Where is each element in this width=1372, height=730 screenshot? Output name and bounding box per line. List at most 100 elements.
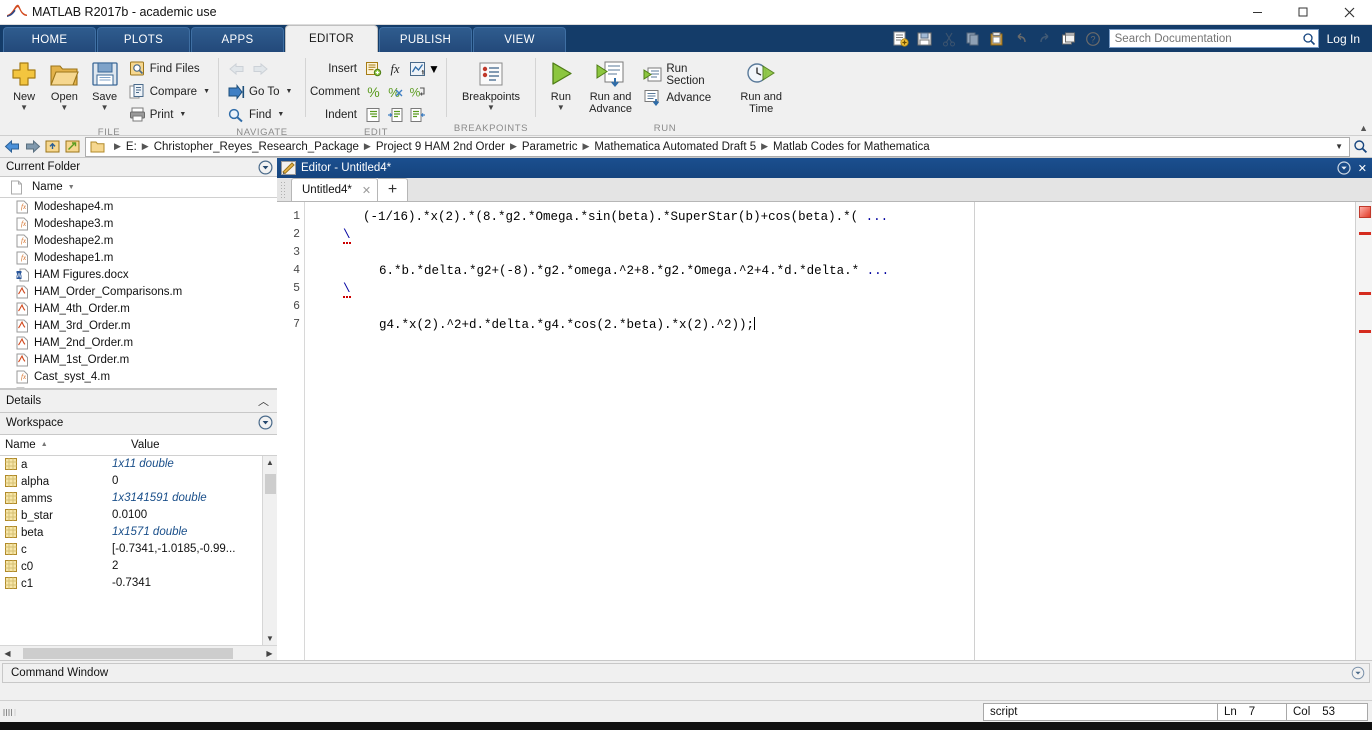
list-item[interactable]: HAM_2nd_Order.m — [0, 334, 277, 351]
insert-function-icon[interactable]: fx — [384, 58, 406, 79]
new-button[interactable]: New ▼ — [4, 55, 44, 112]
close-button[interactable] — [1326, 0, 1372, 25]
chevron-down-icon[interactable]: ▼ — [1335, 142, 1347, 151]
save-dropdown-icon[interactable]: ▼ — [101, 104, 109, 112]
code-line-3[interactable] — [305, 244, 974, 262]
print-dropdown-icon[interactable]: ▼ — [179, 111, 186, 118]
workspace-variable-grid[interactable]: a 1x11 double alpha 0 amms 1x3141591 dou… — [0, 455, 277, 645]
undo-icon[interactable] — [1009, 28, 1033, 50]
close-icon[interactable]: ✕ — [1358, 162, 1367, 175]
tab-publish[interactable]: PUBLISH — [379, 27, 472, 52]
print-button[interactable]: Print ▼ — [125, 103, 214, 126]
indent-right-icon[interactable] — [384, 104, 406, 125]
list-item[interactable]: HAM_1st_Order.m — [0, 351, 277, 368]
breadcrumb-item-3[interactable]: Parametric — [522, 141, 578, 153]
run-and-advance-button[interactable]: Run and Advance — [582, 55, 640, 115]
scroll-up-icon[interactable]: ▲ — [266, 456, 274, 470]
editor-right-blank[interactable] — [975, 202, 1355, 660]
resize-grip-icon[interactable] — [3, 708, 19, 716]
breakpoints-button[interactable]: Breakpoints ▼ — [451, 55, 531, 112]
new-script-icon[interactable] — [889, 28, 913, 50]
panel-options-icon[interactable] — [1351, 666, 1365, 680]
table-row[interactable]: a 1x11 double — [0, 456, 262, 473]
login-button[interactable]: Log In — [1327, 32, 1360, 46]
ribbon-collapse-icon[interactable]: ▲ — [1359, 123, 1368, 133]
list-item[interactable]: HAM_4th_Order.m — [0, 300, 277, 317]
panel-options-icon[interactable] — [258, 414, 273, 430]
list-item[interactable]: fx Modeshape3.m — [0, 215, 277, 232]
help-icon[interactable]: ? — [1081, 28, 1105, 50]
list-item[interactable]: fx Cast_syst_4.m — [0, 368, 277, 385]
indent-left-icon[interactable] — [406, 104, 428, 125]
paste-icon[interactable] — [985, 28, 1009, 50]
list-item[interactable]: fx Modeshape1.m — [0, 249, 277, 266]
code-analyzer-marker-bar[interactable] — [1355, 202, 1372, 660]
editor-code-area[interactable]: 1 2 3 4 5 6 7 (-1/16).*x(2).*(8.*g2.*Ome… — [277, 202, 1372, 660]
table-row[interactable]: c0 2 — [0, 558, 262, 575]
breadcrumb-item-1[interactable]: Christopher_Reyes_Research_Package — [154, 141, 359, 153]
scroll-down-icon[interactable]: ▼ — [266, 631, 274, 645]
new-document-tab-button[interactable]: + — [378, 178, 409, 201]
maximize-button[interactable] — [1280, 0, 1326, 25]
list-item[interactable]: fx Modeshape4.m — [0, 198, 277, 215]
minimize-button[interactable] — [1234, 0, 1280, 25]
open-dropdown-icon[interactable]: ▼ — [60, 104, 68, 112]
list-item[interactable]: HAM_3rd_Order.m — [0, 317, 277, 334]
breadcrumb-item-2[interactable]: Project 9 HAM 2nd Order — [376, 141, 505, 153]
run-dropdown-icon[interactable]: ▼ — [557, 104, 565, 112]
search-icon[interactable] — [1302, 32, 1316, 46]
save-icon[interactable] — [913, 28, 937, 50]
insert-dropdown-icon[interactable]: ▼ — [428, 62, 440, 76]
list-item[interactable]: HAM_Order_Comparisons.m — [0, 283, 277, 300]
scroll-left-icon[interactable]: ◀ — [0, 649, 15, 658]
drag-grip-icon[interactable] — [280, 180, 289, 200]
panel-options-icon[interactable] — [1337, 161, 1351, 175]
switch-windows-icon[interactable] — [1057, 28, 1081, 50]
analyzer-marker[interactable] — [1359, 330, 1371, 333]
tab-editor[interactable]: EDITOR — [285, 25, 378, 52]
table-row[interactable]: beta 1x1571 double — [0, 524, 262, 541]
tab-plots[interactable]: PLOTS — [97, 27, 190, 52]
smart-indent-icon[interactable] — [362, 104, 384, 125]
command-window-title-bar[interactable]: Command Window — [2, 663, 1370, 683]
search-icon[interactable] — [1350, 139, 1370, 154]
workspace-vertical-scrollbar[interactable]: ▲ ▼ — [262, 455, 277, 645]
code-line-4[interactable]: 6.*b.*delta.*g2+(-8).*g2.*omega.^2+8.*g2… — [305, 262, 974, 280]
breadcrumb-item-4[interactable]: Mathematica Automated Draft 5 — [594, 141, 756, 153]
workspace-horizontal-scrollbar[interactable]: ◀ ▶ — [0, 645, 277, 660]
name-column-header[interactable]: Name ▼ — [32, 181, 75, 193]
tab-apps[interactable]: APPS — [191, 27, 284, 52]
breadcrumb-item-5[interactable]: Matlab Codes for Mathematica — [773, 141, 930, 153]
breakpoints-dropdown-icon[interactable]: ▼ — [487, 104, 495, 112]
analyzer-marker[interactable] — [1359, 232, 1371, 235]
panel-options-icon[interactable] — [258, 160, 273, 175]
tab-home[interactable]: HOME — [3, 27, 96, 52]
save-button[interactable]: Save ▼ — [85, 55, 125, 112]
list-item[interactable]: W HAM Figures.docx — [0, 266, 277, 283]
code-line-5[interactable]: \ — [305, 280, 974, 298]
compare-button[interactable]: Compare ▼ — [125, 80, 214, 103]
code-line-2[interactable]: \ — [305, 226, 974, 244]
code-text[interactable]: (-1/16).*x(2).*(8.*g2.*Omega.*sin(beta).… — [305, 202, 974, 660]
search-input[interactable] — [1114, 32, 1302, 45]
list-item[interactable]: fx Modeshape2.m — [0, 232, 277, 249]
command-window-output[interactable] — [0, 683, 1372, 700]
table-row[interactable]: amms 1x3141591 double — [0, 490, 262, 507]
open-button[interactable]: Open ▼ — [44, 55, 84, 112]
scroll-right-icon[interactable]: ▶ — [262, 649, 277, 658]
run-and-time-button[interactable]: Run and Time — [732, 55, 790, 115]
goto-button[interactable]: Go To ▼ — [223, 80, 296, 103]
goto-dropdown-icon[interactable]: ▼ — [285, 88, 292, 95]
documentation-search-box[interactable] — [1108, 29, 1319, 48]
uncomment-percent-icon[interactable]: % — [384, 81, 406, 102]
close-tab-icon[interactable]: ✕ — [362, 184, 371, 197]
table-row[interactable]: c1 -0.7341 — [0, 575, 262, 592]
scroll-track[interactable] — [15, 647, 262, 659]
find-button[interactable]: Find ▼ — [223, 103, 296, 126]
wrap-comment-icon[interactable]: % — [406, 81, 428, 102]
tab-untitled4[interactable]: Untitled4* ✕ — [291, 178, 379, 201]
details-panel-header[interactable]: Details ︿ — [0, 388, 277, 413]
tab-view[interactable]: VIEW — [473, 27, 566, 52]
compare-dropdown-icon[interactable]: ▼ — [203, 88, 210, 95]
find-dropdown-icon[interactable]: ▼ — [277, 111, 284, 118]
